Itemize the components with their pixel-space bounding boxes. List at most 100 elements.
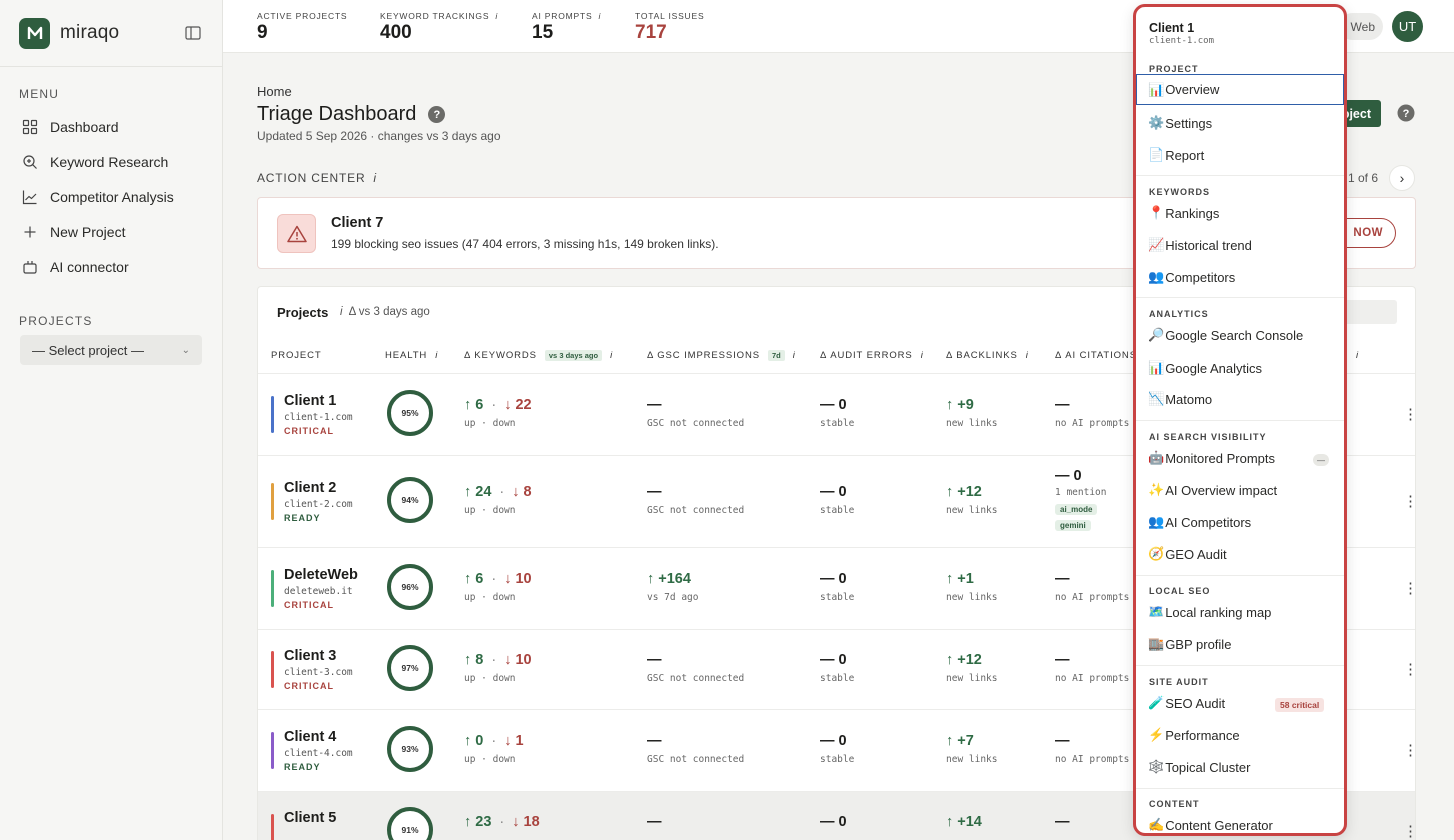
sidebar-item-keyword-research[interactable]: Keyword Research [0, 144, 222, 179]
project-name[interactable]: Client 5 [284, 810, 336, 826]
info-icon[interactable]: i [598, 11, 601, 21]
keywords-delta: ↑ 6 · ↓ 10 [464, 571, 532, 587]
people-emoji-icon: 👥 [1148, 514, 1165, 529]
menu-item-ai-competitors[interactable]: 👥 AI Competitors [1148, 514, 1251, 530]
menu-item-rankings[interactable]: 📍 Rankings [1148, 205, 1219, 221]
ai-delta: — [1055, 733, 1070, 749]
info-icon[interactable]: i [373, 171, 376, 185]
info-icon[interactable]: i [340, 306, 343, 318]
more-vertical-icon[interactable]: ⋮ [1403, 743, 1415, 758]
menu-item-report[interactable]: 📄 Report [1148, 147, 1204, 163]
gsc-delta: — [647, 484, 662, 500]
critical-count-badge: 58 critical [1275, 698, 1325, 712]
col-header-ai[interactable]: Δ AI CITATIONS [1055, 350, 1137, 361]
sidebar-item-label: Competitor Analysis [50, 188, 174, 205]
menu-item-competitors[interactable]: 👥 Competitors [1148, 269, 1235, 285]
writing-hand-emoji-icon: ✍️ [1148, 817, 1165, 832]
svg-text:?: ? [1403, 108, 1410, 120]
breadcrumb[interactable]: Home [257, 84, 292, 99]
col-header-health[interactable]: HEALTH i [385, 350, 438, 361]
col-header-backlinks[interactable]: Δ BACKLINKS i [946, 350, 1029, 361]
audit-sub: stable [820, 754, 855, 765]
metric-value: 717 [635, 22, 667, 43]
menu-item-historical-trend[interactable]: 📈 Historical trend [1148, 237, 1252, 253]
more-vertical-icon[interactable]: ⋮ [1403, 824, 1415, 839]
backlinks-sub: new links [946, 418, 998, 429]
keywords-delta: ↑ 6 · ↓ 22 [464, 397, 532, 413]
audit-delta: — 0 [820, 652, 847, 668]
audit-sub: stable [820, 673, 855, 684]
help-circle-icon[interactable]: ? [1397, 104, 1415, 122]
menu-item-google-search-console[interactable]: 🔎 Google Search Console [1148, 327, 1303, 343]
sparkles-emoji-icon: ✨ [1148, 482, 1165, 497]
more-vertical-icon[interactable]: ⋮ [1403, 581, 1415, 596]
menu-item-local-ranking-map[interactable]: 🗺️ Local ranking map [1148, 604, 1271, 620]
metric-value: 9 [257, 22, 268, 43]
trend-emoji-icon: 📈 [1148, 237, 1165, 252]
ai-sub: no AI prompts [1055, 418, 1130, 429]
sidebar-item-dashboard[interactable]: Dashboard [0, 109, 222, 144]
pager-next-button[interactable]: › [1389, 165, 1415, 191]
compass-emoji-icon: 🧭 [1148, 546, 1165, 561]
sidebar-item-new-project[interactable]: New Project [0, 214, 222, 249]
menu-section-title: LOCAL SEO [1149, 586, 1211, 596]
more-vertical-icon[interactable]: ⋮ [1403, 662, 1415, 677]
ai-sub: no AI prompts [1055, 592, 1130, 603]
help-icon[interactable]: ? [428, 106, 446, 123]
gsc-sub: vs 7d ago [647, 592, 699, 603]
menu-item-performance[interactable]: ⚡ Performance [1148, 727, 1240, 743]
menu-item-settings[interactable]: ⚙️ Settings [1148, 115, 1212, 131]
backlinks-delta: ↑ +9 [946, 397, 974, 413]
project-domain: client-2.com [284, 499, 353, 510]
health-ring: 91% [387, 807, 433, 840]
page-title: Triage Dashboard ? [257, 103, 446, 126]
project-domain: deleteweb.it [284, 586, 353, 597]
project-select[interactable]: — Select project — ⌄ [20, 335, 202, 365]
audit-delta: — 0 [820, 397, 847, 413]
menu-client-name: Client 1 [1149, 21, 1195, 35]
sidebar-item-ai-connector[interactable]: AI connector [0, 249, 222, 284]
project-name[interactable]: DeleteWeb [284, 567, 358, 583]
updated-text: Updated 5 Sep 2026 · changes vs 3 days a… [257, 129, 501, 143]
menu-item-matomo[interactable]: 📉 Matomo [1148, 391, 1212, 407]
more-vertical-icon[interactable]: ⋮ [1403, 494, 1415, 509]
menu-item-geo-audit[interactable]: 🧭 GEO Audit [1148, 546, 1227, 562]
info-icon[interactable]: i [495, 11, 498, 21]
menu-item-monitored-prompts[interactable]: 🤖 Monitored Prompts [1148, 450, 1275, 466]
sidebar-item-competitor-analysis[interactable]: Competitor Analysis [0, 179, 222, 214]
col-header-keywords[interactable]: Δ KEYWORDS vs 3 days ago i [464, 350, 613, 361]
project-name[interactable]: Client 3 [284, 648, 336, 664]
health-ring: 93% [387, 726, 433, 772]
chart-down-emoji-icon: 📉 [1148, 391, 1165, 406]
more-vertical-icon[interactable]: ⋮ [1403, 407, 1415, 422]
health-ring: 96% [387, 564, 433, 610]
projects-title: PROJECTS [19, 314, 93, 328]
project-name[interactable]: Client 2 [284, 480, 336, 496]
menu-item-ai-overview-impact[interactable]: ✨ AI Overview impact [1148, 482, 1277, 498]
metric-value: 400 [380, 22, 412, 43]
keywords-delta: ↑ 0 · ↓ 1 [464, 733, 524, 749]
engine-pill: gemini [1055, 520, 1091, 531]
sidebar-item-label: Keyword Research [50, 153, 169, 170]
menu-item-content-generator[interactable]: ✍️ Content Generator [1148, 817, 1273, 833]
sidebar: miraqo MENU Dashboard Keyword Research C… [0, 0, 223, 840]
keywords-delta: ↑ 23 · ↓ 18 [464, 814, 540, 830]
menu-item-overview[interactable]: 📊 Overview [1136, 74, 1344, 105]
menu-item-gbp-profile[interactable]: 🏬 GBP profile [1148, 636, 1231, 652]
avatar[interactable]: UT [1392, 11, 1423, 42]
col-header-audit[interactable]: Δ AUDIT ERRORS i [820, 350, 924, 361]
status-badge: READY [284, 762, 321, 772]
project-name[interactable]: Client 4 [284, 729, 336, 745]
menu-item-google-analytics[interactable]: 📊 Google Analytics [1148, 360, 1262, 376]
menu-item-topical-cluster[interactable]: 🕸️ Topical Cluster [1148, 759, 1250, 775]
col-header-gsc[interactable]: Δ GSC IMPRESSIONS 7d i [647, 350, 796, 361]
sidebar-item-label: AI connector [50, 258, 129, 275]
health-ring: 95% [387, 390, 433, 436]
logo-icon[interactable] [19, 17, 50, 49]
metric-active-projects: ACTIVE PROJECTS 9 [257, 11, 347, 44]
col-header-project[interactable]: PROJECT [271, 350, 322, 361]
menu-item-seo-audit[interactable]: 🧪 SEO Audit [1148, 695, 1225, 711]
project-name[interactable]: Client 1 [284, 393, 336, 409]
sidebar-toggle-icon[interactable] [183, 23, 203, 43]
gsc-delta: — [647, 397, 662, 413]
